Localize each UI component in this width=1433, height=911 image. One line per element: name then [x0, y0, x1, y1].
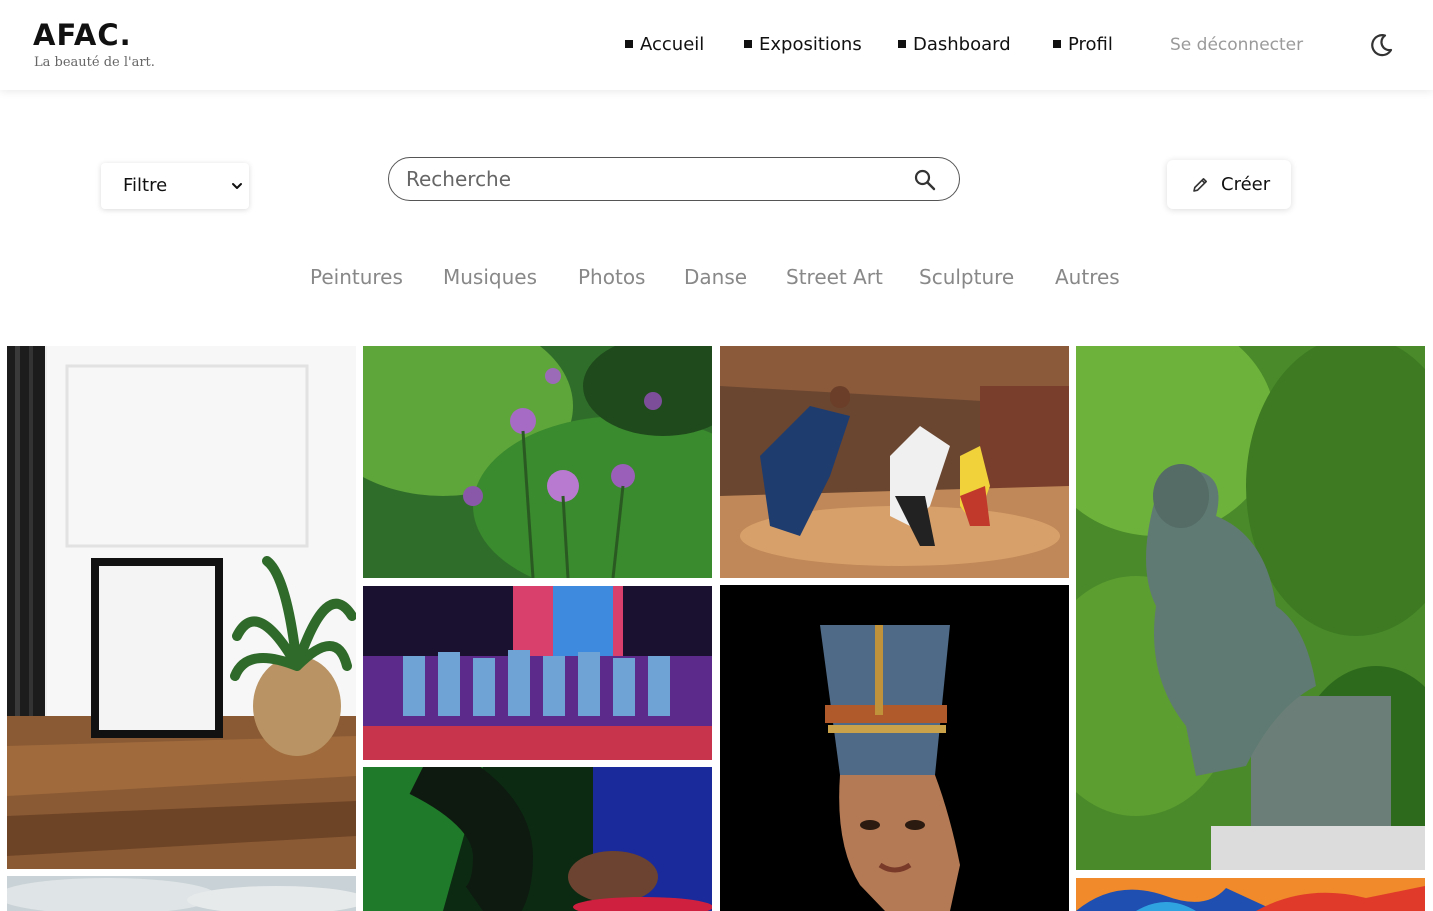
search-input[interactable] — [406, 162, 896, 196]
artwork-frame-plant-image — [7, 346, 356, 869]
artwork-colorful-painting-image — [1076, 878, 1425, 911]
artwork-dj-turntable-image — [363, 767, 712, 911]
brand-tagline: La beauté de l'art. — [34, 55, 155, 70]
gallery-item[interactable] — [7, 876, 356, 911]
theme-toggle-button[interactable] — [1366, 30, 1396, 60]
artwork-purple-flowers-image — [363, 346, 712, 578]
category-autres[interactable]: Autres — [1055, 263, 1120, 291]
nav-item-label: Expositions — [759, 34, 862, 55]
nav-item-expositions[interactable]: Expositions — [744, 31, 862, 59]
top-navbar: AFAC. La beauté de l'art. Accueil Exposi… — [0, 0, 1433, 90]
gallery-item[interactable] — [363, 346, 712, 578]
category-peintures[interactable]: Peintures — [310, 263, 403, 291]
nav-bullet-icon — [625, 40, 633, 48]
gallery-item[interactable] — [363, 767, 712, 911]
pencil-icon — [1193, 178, 1207, 192]
artwork-thinker-sculpture-image — [1076, 346, 1425, 870]
filter-select[interactable]: Filtre — [101, 163, 249, 209]
gallery-item[interactable] — [363, 586, 712, 760]
nav-bullet-icon — [898, 40, 906, 48]
chevron-down-icon — [232, 183, 242, 189]
logout-link[interactable]: Se déconnecter — [1170, 31, 1303, 59]
category-musiques[interactable]: Musiques — [443, 263, 537, 291]
search-bar — [388, 157, 960, 201]
gallery-item[interactable] — [1076, 346, 1425, 870]
create-button-label: Créer — [1221, 174, 1271, 195]
category-street-art[interactable]: Street Art — [786, 263, 883, 291]
nav-bullet-icon — [1053, 40, 1061, 48]
moon-icon — [1371, 34, 1393, 57]
artwork-nefertiti-bust-image — [720, 585, 1069, 911]
nav-item-profil[interactable]: Profil — [1053, 31, 1113, 59]
nav-item-label: Profil — [1068, 34, 1113, 55]
category-photos[interactable]: Photos — [578, 263, 645, 291]
artwork-dance-crew-stage-image — [363, 586, 712, 760]
gallery-item[interactable] — [720, 346, 1069, 578]
gallery-item[interactable] — [7, 346, 356, 869]
nav-item-dashboard[interactable]: Dashboard — [898, 31, 1011, 59]
nav-bullet-icon — [744, 40, 752, 48]
nav-item-accueil[interactable]: Accueil — [625, 31, 704, 59]
category-sculpture[interactable]: Sculpture — [919, 263, 1014, 291]
category-danse[interactable]: Danse — [684, 263, 747, 291]
artwork-dancers-studio-image — [720, 346, 1069, 578]
brand-logo[interactable]: AFAC. — [33, 17, 132, 53]
gallery-item[interactable] — [1076, 878, 1425, 911]
gallery-item[interactable] — [720, 585, 1069, 911]
create-button[interactable]: Créer — [1167, 160, 1291, 209]
artwork-sky-image — [7, 876, 356, 911]
filter-selected-value: Filtre — [123, 175, 168, 196]
search-icon[interactable] — [913, 168, 937, 192]
nav-item-label: Dashboard — [913, 34, 1011, 55]
nav-item-label: Accueil — [640, 34, 705, 55]
